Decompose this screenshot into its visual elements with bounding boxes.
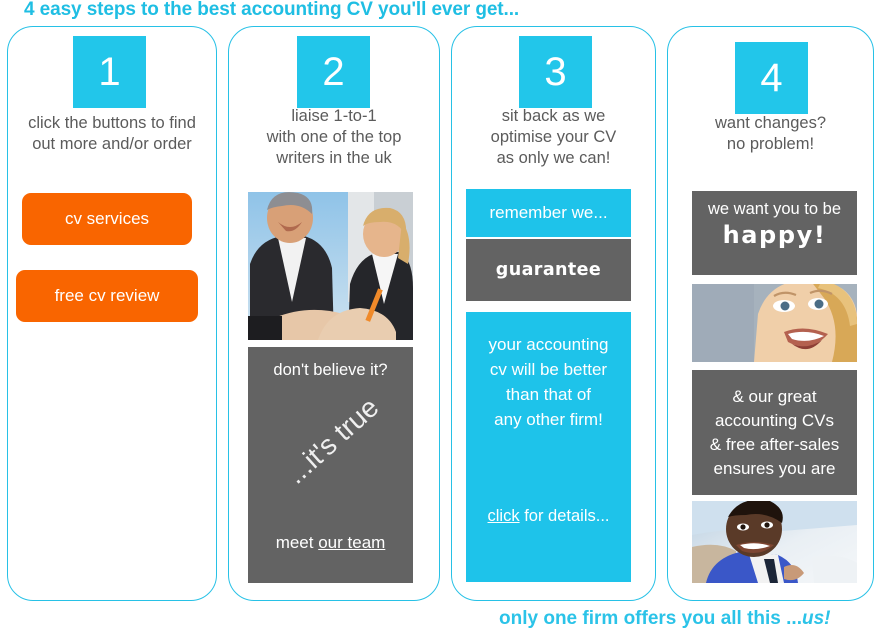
step-caption-2-line2: with one of the top	[266, 128, 402, 146]
great-line4: ensures you are	[713, 458, 836, 478]
step-number-badge-1: 1	[73, 36, 146, 108]
great-line1: & our great	[732, 386, 817, 406]
step-caption-3-line1: sit back as we	[501, 107, 606, 125]
step-panel-2: 2 liaise 1-to-1 with one of the top writ…	[228, 26, 440, 601]
guarantee-block: guarantee	[466, 239, 631, 301]
step-panel-1: 1 click the buttons to find out more and…	[7, 26, 217, 601]
step-panel-4: 4 want changes? no problem! we want you …	[667, 26, 874, 601]
meet-our-team-line: meet our team	[248, 533, 413, 553]
smiling-woman-photo-image	[692, 284, 857, 362]
footer-text: only one firm offers you all this ...	[499, 608, 802, 629]
promise-line3: than that of	[505, 385, 592, 404]
accounting-cv-promise-block: your accounting cv will be better than t…	[466, 312, 631, 582]
cv-services-button[interactable]: cv services	[22, 193, 192, 245]
step-panel-3: 3 sit back as we optimise your CV as onl…	[451, 26, 656, 601]
step-number-badge-2: 2	[297, 36, 370, 108]
promise-text: your accounting cv will be better than t…	[466, 332, 631, 432]
smiling-man-photo	[692, 501, 857, 583]
great-line3: & free after-sales	[709, 434, 840, 454]
click-for-details-rest: for details...	[519, 507, 610, 525]
consultation-photo-image	[248, 192, 413, 340]
footer-tagline: only one firm offers you all this ...us!	[499, 608, 831, 630]
step-caption-2-line3: writers in the uk	[276, 149, 392, 167]
remember-we-block: remember we...	[466, 189, 631, 237]
promise-line4: any other firm!	[494, 410, 603, 429]
step-caption-3-line3: as only we can!	[496, 149, 611, 167]
step-caption-2-line1: liaise 1-to-1	[291, 107, 377, 125]
step-caption-1: click the buttons to find out more and/o…	[8, 113, 216, 155]
footer-emphasis: us!	[802, 608, 831, 629]
step-caption-4-line2: no problem!	[726, 135, 815, 153]
step-caption-3-line2: optimise your CV	[490, 128, 617, 146]
step-number-badge-4: 4	[735, 42, 808, 114]
click-for-details-line: click for details...	[466, 507, 631, 526]
smiling-man-photo-image	[692, 501, 857, 583]
meet-prefix: meet	[275, 533, 319, 552]
happy-block: we want you to be happy!	[692, 191, 857, 275]
great-service-text: & our great accounting CVs & free after-…	[710, 385, 839, 481]
page-title: 4 easy steps to the best accounting CV y…	[24, 0, 520, 20]
step-caption-1-line1: click the buttons to find	[28, 114, 196, 132]
step-caption-4: want changes? no problem!	[668, 113, 873, 155]
meet-our-team-link[interactable]: our team	[318, 533, 385, 552]
great-line2: accounting CVs	[714, 410, 835, 430]
promise-line1: your accounting	[488, 335, 609, 354]
we-want-you-to-be-text: we want you to be	[708, 200, 841, 218]
its-true-block: don't believe it? ...it's true meet our …	[248, 347, 413, 583]
dont-believe-it-text: don't believe it?	[273, 361, 388, 379]
click-for-details-link[interactable]: click	[488, 507, 520, 525]
step-caption-2: liaise 1-to-1 with one of the top writer…	[229, 106, 439, 169]
happy-text: happy!	[722, 221, 827, 249]
consultation-photo	[248, 192, 413, 340]
smiling-woman-photo	[692, 284, 857, 362]
free-cv-review-button[interactable]: free cv review	[16, 270, 198, 322]
step-number-badge-3: 3	[519, 36, 592, 108]
great-service-block: & our great accounting CVs & free after-…	[692, 370, 857, 495]
its-true-diagonal-text: ...it's true	[279, 391, 385, 490]
step-caption-3: sit back as we optimise your CV as only …	[452, 106, 655, 169]
promise-line2: cv will be better	[489, 360, 608, 379]
step-caption-1-line2: out more and/or order	[32, 135, 192, 153]
step-caption-4-line1: want changes?	[715, 114, 826, 132]
